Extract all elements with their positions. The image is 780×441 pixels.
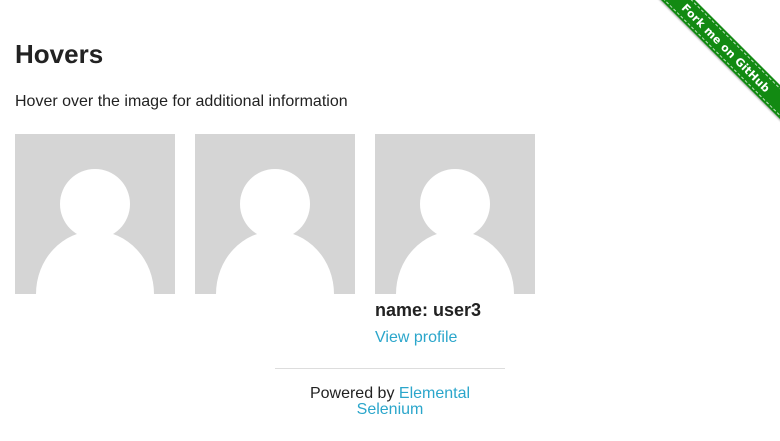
page: Fork me on GitHub Hovers Hover over the …: [0, 0, 780, 441]
footer-prefix: Powered by: [309, 385, 399, 402]
instructions-text: Hover over the image for additional info…: [15, 93, 348, 110]
footer: Powered by Elemental Selenium: [275, 386, 505, 418]
user-name: name: user3: [375, 300, 482, 320]
user-figure-2: [195, 134, 355, 294]
page-title: Hovers: [15, 39, 104, 69]
user-silhouette-icon[interactable]: [195, 134, 355, 294]
fork-me-on-github-ribbon[interactable]: Fork me on GitHub: [646, 0, 780, 128]
ribbon-label: Fork me on GitHub: [679, 1, 773, 95]
figure-caption: name: user3 View profile: [375, 298, 535, 348]
user-figure-3: name: user3 View profile: [375, 134, 535, 348]
user-figure-1: [15, 134, 175, 294]
view-profile-link[interactable]: View profile: [375, 328, 457, 348]
github-ribbon-container: Fork me on GitHub: [631, 0, 780, 149]
footer-divider: [275, 368, 505, 369]
user-silhouette-icon[interactable]: [15, 134, 175, 294]
user-silhouette-icon[interactable]: [375, 134, 535, 294]
